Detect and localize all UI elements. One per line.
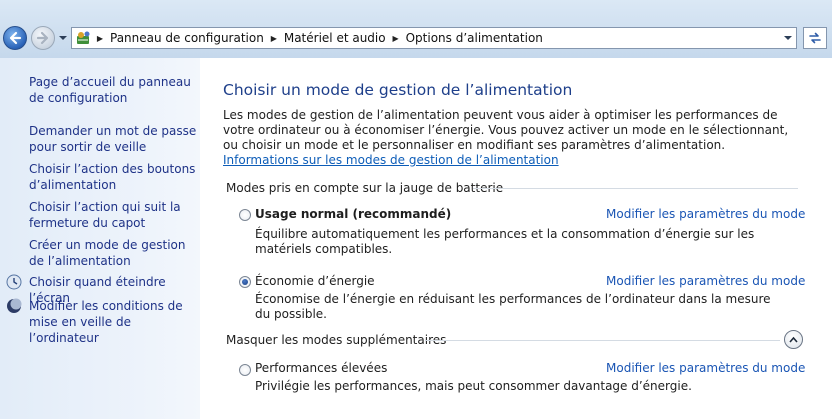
high-performance-plan-radio[interactable] [239, 364, 251, 376]
power-saver-plan-settings-link[interactable]: Modifier les paramètres du mode [606, 274, 805, 288]
balanced-plan-radio[interactable] [239, 209, 251, 221]
sidebar-item-create-plan[interactable]: Créer un mode de gestion de l’alimentati… [29, 237, 197, 269]
chevron-up-icon [789, 336, 798, 343]
breadcrumb-separator[interactable]: ▶ [93, 34, 107, 43]
power-saver-plan-radio[interactable] [239, 276, 251, 288]
back-button[interactable] [3, 26, 27, 50]
address-dropdown-button[interactable] [784, 34, 792, 42]
breadcrumb-control-panel[interactable]: Panneau de configuration [107, 31, 267, 45]
navigation-bar: ▶ Panneau de configuration ▶ Matériel et… [0, 0, 832, 58]
control-panel-icon [77, 31, 90, 44]
sidebar-item-require-password[interactable]: Demander un mot de passe pour sortir de … [29, 123, 197, 155]
breadcrumb-hardware-sound[interactable]: Matériel et audio [281, 31, 389, 45]
power-saver-plan-name[interactable]: Économie d’énergie [255, 274, 375, 288]
description-text: Les modes de gestion de l’alimentation p… [223, 108, 789, 152]
high-performance-plan-description: Privilégie les performances, mais peut c… [255, 379, 692, 393]
page-title: Choisir un mode de gestion de l’alimenta… [223, 81, 573, 99]
refresh-icon [809, 32, 821, 44]
breadcrumb-separator[interactable]: ▶ [267, 34, 281, 43]
breadcrumb-power-options[interactable]: Options d’alimentation [403, 31, 546, 45]
collapse-button[interactable] [784, 330, 803, 349]
task-pane: Page d’accueil du panneau de configurati… [0, 58, 200, 419]
back-arrow-icon [9, 31, 22, 45]
hide-additional-plans-header[interactable]: Masquer les modes supplémentaires [226, 333, 446, 347]
forward-button[interactable] [31, 26, 55, 50]
high-performance-plan-name[interactable]: Performances élevées [255, 361, 387, 375]
refresh-button[interactable] [803, 27, 827, 49]
moon-icon [7, 298, 22, 313]
sidebar-item-power-buttons[interactable]: Choisir l’action des boutons d’alimentat… [29, 161, 197, 193]
recent-pages-button[interactable] [58, 34, 68, 42]
group-divider [473, 188, 798, 189]
display-icon [6, 274, 22, 290]
balanced-plan-name[interactable]: Usage normal (recommandé) [255, 207, 451, 221]
page-description: Les modes de gestion de l’alimentation p… [223, 108, 798, 168]
high-performance-plan-settings-link[interactable]: Modifier les paramètres du mode [606, 361, 805, 375]
sidebar-item-sleep-settings[interactable]: Modifier les conditions de mise en veill… [29, 298, 197, 346]
power-plans-info-link[interactable]: Informations sur les modes de gestion de… [223, 153, 559, 167]
main-content: Choisir un mode de gestion de l’alimenta… [200, 58, 832, 419]
balanced-plan-settings-link[interactable]: Modifier les paramètres du mode [606, 207, 805, 221]
address-bar[interactable]: ▶ Panneau de configuration ▶ Matériel et… [71, 27, 797, 49]
breadcrumb-separator[interactable]: ▶ [389, 34, 403, 43]
sidebar-item-control-panel-home[interactable]: Page d’accueil du panneau de configurati… [29, 74, 197, 106]
balanced-plan-description: Équilibre automatiquement les performanc… [255, 227, 755, 256]
power-saver-plan-description: Économise de l’énergie en réduisant les … [255, 292, 771, 321]
battery-plans-header: Modes pris en compte sur la jauge de bat… [226, 181, 504, 195]
group-divider [425, 340, 780, 341]
sidebar-item-lid-close[interactable]: Choisir l’action qui suit la fermeture d… [29, 199, 197, 231]
forward-arrow-icon [36, 31, 49, 45]
